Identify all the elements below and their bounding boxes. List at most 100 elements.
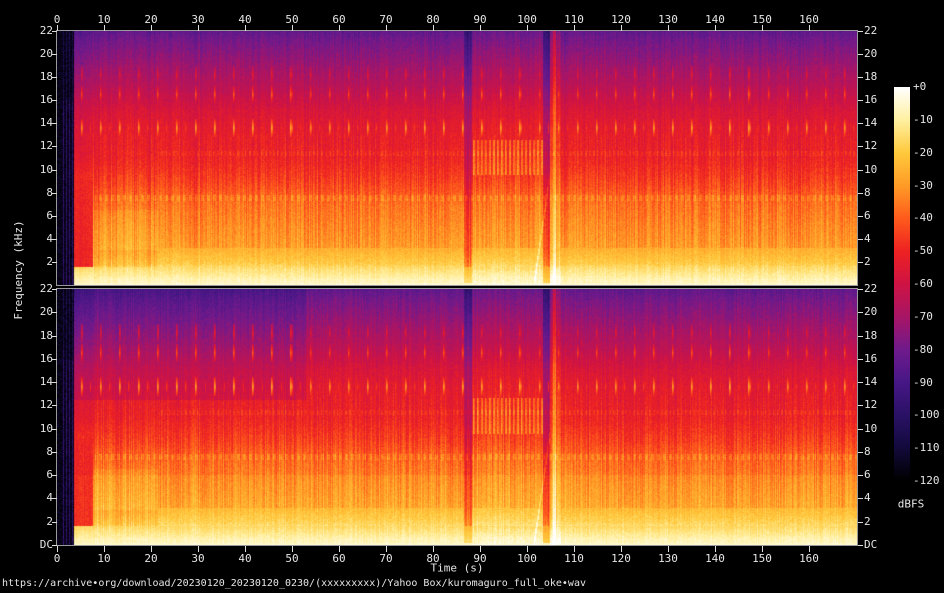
axis-tick-mark xyxy=(52,498,57,499)
axis-tick-mark xyxy=(52,429,57,430)
axis-tick-mark xyxy=(52,77,57,78)
axis-tick-mark xyxy=(52,146,57,147)
freq-tick-label-right: 20 xyxy=(864,305,878,318)
axis-tick-mark xyxy=(480,25,481,31)
axis-tick-mark xyxy=(858,312,863,313)
axis-tick-mark xyxy=(52,170,57,171)
axis-tick-mark xyxy=(858,336,863,337)
axis-tick-mark xyxy=(52,545,57,546)
time-tick-label-bottom: 110 xyxy=(564,552,584,565)
axis-tick-mark xyxy=(292,25,293,31)
axis-tick-mark xyxy=(858,123,863,124)
freq-tick-label-right: 2 xyxy=(864,255,871,268)
colorbar-tick-label: -110 xyxy=(913,441,940,454)
axis-tick-mark xyxy=(245,25,246,31)
axis-tick-mark xyxy=(52,31,57,32)
axis-tick-mark xyxy=(57,25,58,31)
axis-tick-mark xyxy=(858,382,863,383)
axis-tick-mark xyxy=(386,25,387,31)
axis-tick-mark xyxy=(52,522,57,523)
freq-tick-label-left: 10 xyxy=(39,163,53,176)
time-tick-label-bottom: 60 xyxy=(332,552,346,565)
freq-tick-label-left: 14 xyxy=(39,116,53,129)
time-tick-label-bottom: 40 xyxy=(238,552,252,565)
time-tick-label-bottom: 120 xyxy=(611,552,631,565)
colorbar-tick-label: -20 xyxy=(913,146,933,159)
freq-tick-label-right: 22 xyxy=(864,24,878,37)
axis-tick-mark xyxy=(52,123,57,124)
axis-tick-mark xyxy=(858,239,863,240)
axis-tick-mark xyxy=(52,216,57,217)
axis-tick-mark xyxy=(858,31,863,32)
axis-tick-mark xyxy=(52,193,57,194)
colorbar-tick-label: -70 xyxy=(913,310,933,323)
axis-tick-mark xyxy=(762,25,763,31)
freq-tick-label-left: 14 xyxy=(39,375,53,388)
freq-tick-label-right: 6 xyxy=(864,468,871,481)
time-tick-label-bottom: 100 xyxy=(517,552,537,565)
time-tick-label-bottom: 140 xyxy=(705,552,725,565)
axis-tick-mark xyxy=(858,429,863,430)
axis-tick-mark xyxy=(52,382,57,383)
freq-tick-label-right: 8 xyxy=(864,186,871,199)
freq-tick-label-left: 20 xyxy=(39,47,53,60)
x-axis-title: Time (s) xyxy=(430,561,484,575)
axis-tick-mark xyxy=(858,452,863,453)
axis-tick-mark xyxy=(858,498,863,499)
time-tick-label-bottom: 0 xyxy=(53,552,61,565)
freq-tick-label-right: 8 xyxy=(864,445,871,458)
colorbar-tick-label: -90 xyxy=(913,376,933,389)
axis-tick-mark xyxy=(198,25,199,31)
time-tick-label-bottom: 20 xyxy=(144,552,158,565)
axis-tick-mark xyxy=(52,312,57,313)
axis-tick-mark xyxy=(858,216,863,217)
source-url-text: https://archive•org/download/20230120_20… xyxy=(2,578,586,589)
spectrogram-channel-1 xyxy=(56,30,858,286)
y-axis-title: Frequency (kHz) xyxy=(12,220,25,320)
axis-tick-mark xyxy=(858,475,863,476)
freq-tick-label-right: 6 xyxy=(864,209,871,222)
freq-tick-label-right: 10 xyxy=(864,163,878,176)
freq-tick-label-right: 16 xyxy=(864,352,878,365)
time-tick-label-bottom: 50 xyxy=(285,552,299,565)
freq-tick-label-left: 22 xyxy=(39,282,53,295)
axis-tick-mark xyxy=(52,289,57,290)
axis-tick-mark xyxy=(339,25,340,31)
colorbar-tick-label: -100 xyxy=(913,408,940,421)
axis-tick-mark xyxy=(52,359,57,360)
time-tick-label-bottom: 150 xyxy=(752,552,772,565)
axis-tick-mark xyxy=(52,336,57,337)
freq-tick-label-right: 22 xyxy=(864,282,878,295)
freq-tick-label-right: 14 xyxy=(864,375,878,388)
freq-tick-label-right: DC xyxy=(864,538,878,551)
freq-tick-label-left: 18 xyxy=(39,329,53,342)
freq-tick-label-left: 18 xyxy=(39,70,53,83)
spectrogram-channel-2 xyxy=(56,288,858,546)
axis-tick-mark xyxy=(858,54,863,55)
freq-tick-label-right: 12 xyxy=(864,139,878,152)
freq-tick-label-right: 2 xyxy=(864,515,871,528)
freq-tick-label-right: 14 xyxy=(864,116,878,129)
freq-tick-label-right: 4 xyxy=(864,232,871,245)
time-tick-label-bottom: 130 xyxy=(658,552,678,565)
colorbar-tick-label: -10 xyxy=(913,113,933,126)
axis-tick-mark xyxy=(715,25,716,31)
colorbar xyxy=(894,87,910,481)
axis-tick-mark xyxy=(858,170,863,171)
colorbar-tick-label: -50 xyxy=(913,244,933,257)
colorbar-tick-label: +0 xyxy=(913,80,927,93)
axis-tick-mark xyxy=(621,25,622,31)
axis-tick-mark xyxy=(858,77,863,78)
axis-tick-mark xyxy=(858,545,863,546)
axis-tick-mark xyxy=(52,452,57,453)
freq-tick-label-left: 12 xyxy=(39,398,53,411)
axis-tick-mark xyxy=(52,54,57,55)
freq-tick-label-left: 22 xyxy=(39,24,53,37)
time-tick-label-bottom: 160 xyxy=(799,552,819,565)
axis-tick-mark xyxy=(52,262,57,263)
axis-tick-mark xyxy=(52,475,57,476)
axis-tick-mark xyxy=(858,262,863,263)
spectrogram-figure: Frequency (kHz) 0 0 10 10 20 20 30 30 40 40 50 50 60… xyxy=(0,0,944,593)
freq-tick-label-left: 20 xyxy=(39,305,53,318)
axis-tick-mark xyxy=(574,25,575,31)
